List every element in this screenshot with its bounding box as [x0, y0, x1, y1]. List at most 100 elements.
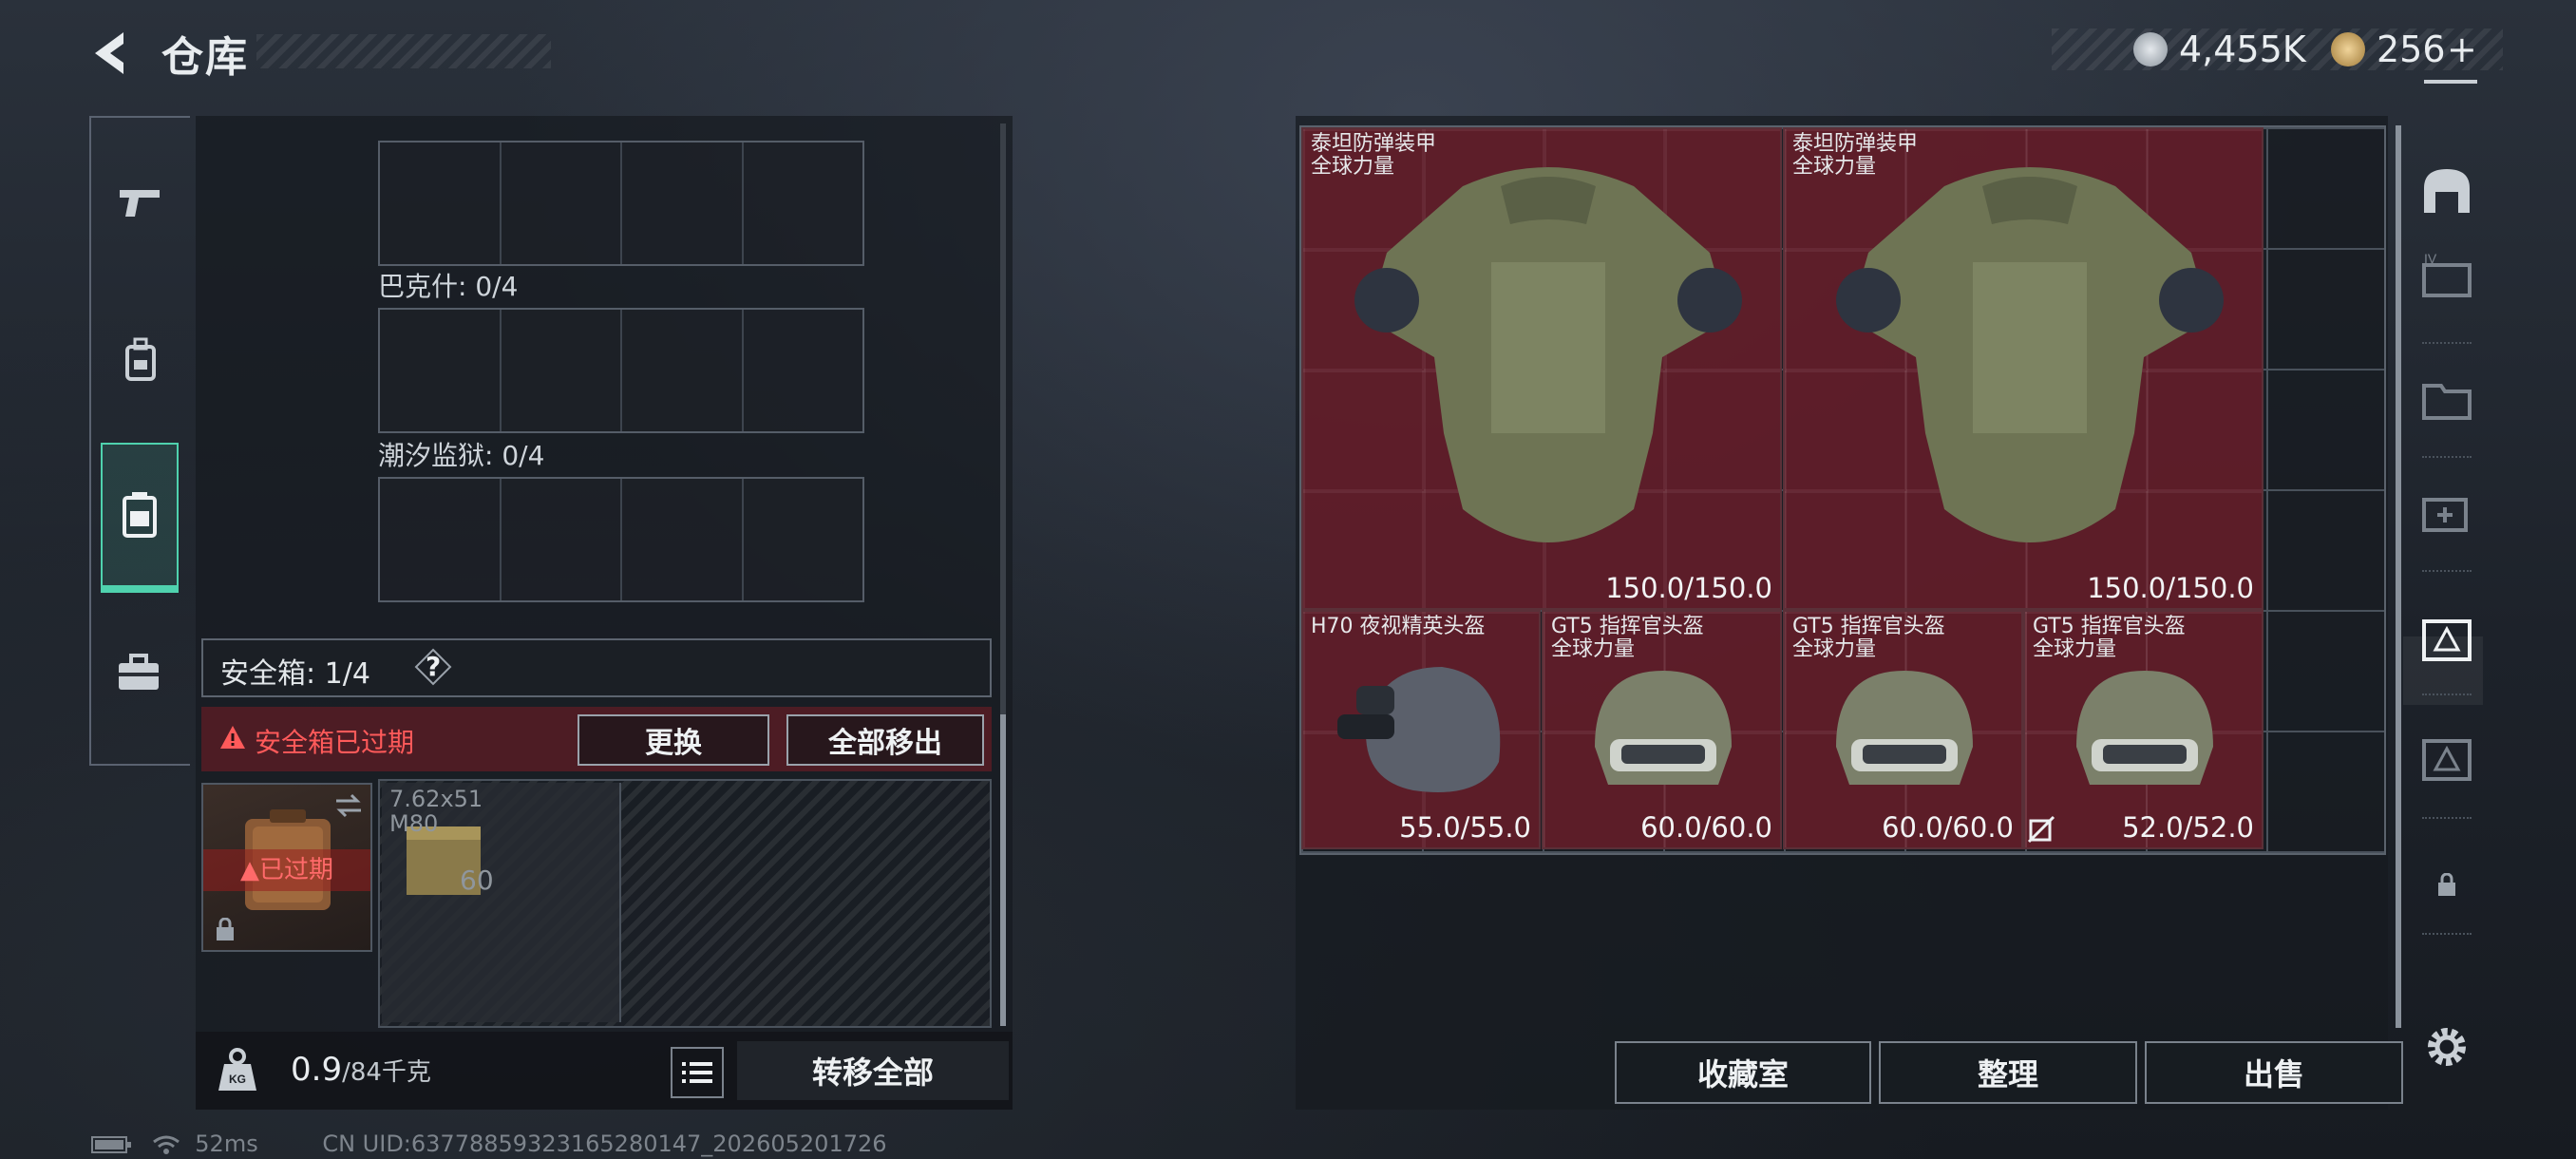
vault-icon — [2424, 169, 2470, 213]
inventory-scroll-thumb[interactable] — [1000, 714, 1006, 1026]
bag-slot[interactable] — [744, 142, 863, 264]
stash-page-locked-storage[interactable] — [2418, 730, 2475, 787]
item-name: GT5 指挥官头盔 全球力量 — [1551, 616, 1704, 661]
folder-icon — [2422, 384, 2472, 420]
medkit-icon — [2422, 498, 2468, 532]
bag-slot[interactable] — [380, 142, 502, 264]
bag-slot[interactable] — [622, 142, 744, 264]
item-title: GT5 指挥官头盔 — [1551, 615, 1704, 638]
swap-icon — [336, 793, 361, 818]
carry-weight-value: 0.9 — [291, 1051, 343, 1089]
rail-divider — [2422, 817, 2472, 819]
stash-item-helmet[interactable]: H70 夜视精英头盔 55.0/55.0 — [1301, 610, 1541, 849]
ping-value: 52ms — [195, 1130, 258, 1157]
stash-item-armor[interactable]: 泰坦防弹装甲 全球力量 150.0/150.0 — [1301, 127, 1782, 610]
carry-weight: 0.9/84千克 — [291, 1051, 431, 1089]
stash-page-folder[interactable] — [2418, 370, 2475, 428]
wifi-icon — [152, 1135, 180, 1154]
rail-divider — [2422, 570, 2472, 572]
stash-page-locked[interactable] — [2418, 857, 2475, 914]
item-durability: 55.0/55.0 — [1399, 811, 1531, 844]
bag-slot[interactable] — [502, 142, 622, 264]
backpack-icon — [125, 337, 156, 381]
ammo-item[interactable]: 7.62x51 M80 60 — [382, 783, 621, 1022]
helmet-icon — [1836, 671, 1973, 785]
safebox-grid: 7.62x51 M80 60 — [378, 779, 992, 1028]
lock-icon — [2438, 873, 2455, 896]
move-all-out-button[interactable]: 全部移出 — [786, 714, 984, 766]
currency-bar: 4,455K 256 + — [2052, 28, 2503, 70]
safebox-tab[interactable] — [101, 443, 179, 593]
stash-item-helmet[interactable]: GT5 指挥官头盔 全球力量 60.0/60.0 — [1542, 610, 1782, 849]
bag-label-cut — [378, 103, 587, 116]
add-currency-button[interactable]: + — [2447, 28, 2477, 70]
page-title: 仓库 — [161, 33, 249, 82]
back-button[interactable] — [85, 27, 139, 80]
bag-slot[interactable] — [744, 479, 863, 600]
bag-slot[interactable] — [502, 310, 622, 431]
item-brand: 全球力量 — [2033, 637, 2117, 661]
item-name: GT5 指挥官头盔 全球力量 — [2033, 616, 2186, 661]
item-durability: 60.0/60.0 — [1640, 811, 1772, 844]
item-name: 泰坦防弹装甲 全球力量 — [1792, 133, 1918, 179]
storage-tier-icon: IV — [2422, 251, 2472, 297]
weapons-tab[interactable] — [104, 167, 177, 239]
rail-divider — [2422, 456, 2472, 458]
help-button[interactable]: ? — [414, 648, 452, 686]
warning-icon: ▲ — [239, 856, 259, 884]
toolbox-tab[interactable] — [103, 636, 175, 709]
bag-label-tidal-prison: 潮汐监狱: 0/4 — [378, 440, 545, 471]
list-view-button[interactable] — [671, 1047, 724, 1098]
ammo-name: 7.62x51 M80 — [389, 786, 483, 837]
stash-scrollbar[interactable] — [2396, 125, 2401, 1028]
storage-icon — [2422, 739, 2472, 781]
battery-icon — [91, 1136, 131, 1153]
expired-warning-text: 安全箱已过期 — [255, 727, 415, 758]
stash-page-rail: IV — [2409, 80, 2485, 1110]
bag-slot[interactable] — [380, 479, 502, 600]
item-title: 泰坦防弹装甲 — [1311, 132, 1437, 156]
bag-slot[interactable] — [744, 310, 863, 431]
rail-divider — [2422, 933, 2472, 935]
inventory-footer: KG 0.9/84千克 转移全部 — [196, 1032, 1013, 1110]
transfer-all-button[interactable]: 转移全部 — [737, 1041, 1009, 1100]
item-name: 泰坦防弹装甲 全球力量 — [1311, 133, 1436, 179]
stash-item-helmet[interactable]: GT5 指挥官头盔 全球力量 60.0/60.0 — [1783, 610, 2023, 849]
lock-icon — [217, 918, 234, 940]
armor-vest-icon — [1836, 167, 2224, 542]
safebox-case-item[interactable]: ▲已过期 — [201, 783, 372, 952]
helmet-icon — [2076, 671, 2213, 785]
stash-page-armor[interactable] — [2418, 610, 2475, 667]
rail-divider — [2422, 694, 2472, 695]
status-bar: 52ms CN UID:6377885932316528014​7_202605… — [91, 1130, 887, 1157]
stash-item-helmet[interactable]: GT5 指挥官头盔 全球力量 52.0/52.0 — [2023, 610, 2263, 849]
rail-divider — [2422, 342, 2472, 344]
organize-button[interactable]: 整理 — [1879, 1041, 2137, 1104]
item-brand: 全球力量 — [1311, 155, 1395, 179]
item-title: 泰坦防弹装甲 — [1792, 132, 1919, 156]
item-name: H70 夜视精英头盔 — [1311, 616, 1486, 638]
case-expired-text: 已过期 — [258, 856, 333, 884]
bag-slot[interactable] — [502, 479, 622, 600]
equipment-tab[interactable] — [104, 325, 177, 397]
stash-item-armor[interactable]: 泰坦防弹装甲 全球力量 150.0/150.0 — [1783, 127, 2263, 610]
stash-page-medical[interactable] — [2418, 484, 2475, 542]
replace-button[interactable]: 更换 — [578, 714, 769, 766]
case-expired-badge: ▲已过期 — [203, 849, 370, 891]
sell-button[interactable]: 出售 — [2145, 1041, 2403, 1104]
bag-slot[interactable] — [622, 479, 744, 600]
bag-slot-row-bakesh — [378, 308, 864, 433]
bag-slot[interactable] — [380, 310, 502, 431]
weight-icon: KG — [218, 1048, 256, 1091]
collection-room-button[interactable]: 收藏室 — [1615, 1041, 1871, 1104]
item-name: GT5 指挥官头盔 全球力量 — [1792, 616, 1945, 661]
stash-page-1[interactable] — [2418, 162, 2475, 218]
stash-page-iv[interactable]: IV — [2418, 247, 2475, 304]
bag-slot[interactable] — [622, 310, 744, 431]
safebox-capacity: 安全箱: 1/4 — [220, 657, 370, 691]
gear-icon — [2428, 1028, 2466, 1066]
unrepairable-icon — [2027, 815, 2055, 844]
rail-top-marker — [2424, 80, 2477, 84]
settings-button[interactable] — [2418, 1018, 2475, 1075]
item-durability: 150.0/150.0 — [1605, 572, 1772, 604]
